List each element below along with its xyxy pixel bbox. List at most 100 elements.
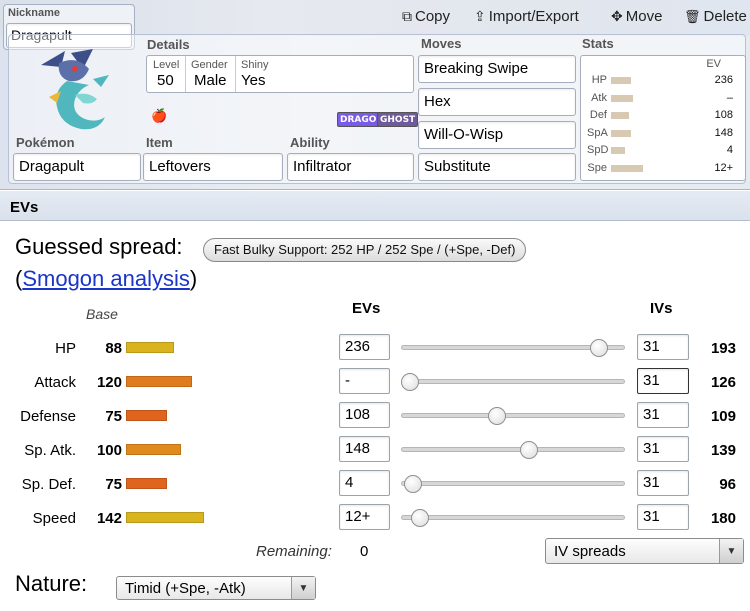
iv-input[interactable]: 31 (637, 504, 689, 530)
ev-input[interactable]: - (339, 368, 390, 394)
move-input-4[interactable]: Substitute (418, 153, 576, 181)
stat-bar (611, 112, 629, 119)
base-stat-bar (126, 512, 204, 523)
stat-ev: 148 (714, 126, 733, 139)
stat-ev: 236 (714, 74, 733, 86)
ev-input[interactable]: 148 (339, 436, 390, 462)
base-stat-value: 88 (105, 340, 122, 357)
slider-handle[interactable] (487, 407, 506, 425)
slider-handle[interactable] (401, 373, 419, 391)
ev-slider[interactable] (401, 509, 625, 527)
trash-icon: 🗑 (684, 8, 701, 24)
stat-name-label: Sp. Atk. (24, 442, 76, 459)
smogon-analysis-line: (Smogon analysis) (15, 266, 198, 291)
move-input-3[interactable]: Will-O-Wisp (418, 121, 576, 149)
base-stat-bar (126, 342, 174, 353)
move-button[interactable]: ✥ Move (611, 8, 662, 25)
stat-name-label: Defense (20, 408, 76, 425)
stat-ev: – (726, 91, 733, 104)
ev-input[interactable]: 4 (339, 470, 390, 496)
copy-icon: ⧉ (402, 8, 412, 24)
slider-handle[interactable] (519, 441, 538, 459)
details-field[interactable]: Level 50 Gender Male Shiny Yes (146, 55, 414, 93)
base-stat-value: 100 (96, 442, 122, 459)
stat-ev: 108 (714, 109, 733, 121)
move-input-1[interactable]: Breaking Swipe (418, 55, 576, 83)
stat-name-label: HP (55, 340, 76, 357)
stat-name-label: Speed (32, 510, 76, 527)
remaining-label: Remaining: (256, 543, 332, 560)
ev-slider[interactable] (401, 407, 625, 425)
copy-button[interactable]: ⧉ Copy (402, 8, 450, 25)
divider (185, 56, 186, 92)
ev-slider[interactable] (401, 475, 625, 493)
moves-label: Moves (421, 36, 462, 51)
total-stat-value: 139 (710, 442, 736, 459)
slider-handle[interactable] (404, 475, 423, 493)
stat-name: Def (589, 109, 607, 121)
ev-row: Attack 120 - 31 126 (0, 368, 750, 398)
base-header: Base (86, 306, 118, 322)
ev-input[interactable]: 12+ (339, 504, 390, 530)
stat-name-label: Sp. Def. (21, 476, 76, 493)
stat-summary-row: SpA 148 (581, 127, 747, 143)
base-stat-bar (126, 444, 181, 455)
ev-slider[interactable] (401, 339, 625, 357)
leftovers-item-icon: 🍎 (151, 109, 168, 124)
stat-name: SpA (587, 126, 608, 139)
move-input-2[interactable]: Hex (418, 88, 576, 116)
pokemon-label: Pokémon (16, 135, 75, 150)
ev-row: Defense 75 108 31 109 (0, 402, 750, 432)
base-stat-value: 75 (105, 408, 122, 425)
stat-name: Spe (587, 161, 607, 174)
iv-input[interactable]: 31 (637, 436, 689, 462)
total-stat-value: 126 (710, 374, 736, 391)
stat-summary-row: HP 236 (581, 74, 747, 90)
ivs-header: IVs (650, 300, 673, 317)
stat-bar (611, 77, 631, 84)
slider-handle[interactable] (590, 339, 609, 357)
stat-name: Atk (591, 91, 607, 104)
stat-ev: 4 (726, 144, 733, 156)
import-export-button[interactable]: ⇪ Import/Export (474, 8, 579, 25)
stat-bar (611, 164, 643, 172)
guessed-spread-button[interactable]: Fast Bulky Support: 252 HP / 252 Spe / (… (203, 238, 527, 262)
ev-input[interactable]: 236 (339, 334, 390, 360)
iv-input[interactable]: 31 (637, 334, 689, 360)
iv-spreads-select[interactable]: IV spreads ▼ (545, 538, 744, 564)
stat-summary-row: Def 108 (581, 109, 747, 125)
pokemon-input[interactable]: Dragapult (13, 153, 141, 181)
ev-slider[interactable] (401, 441, 625, 459)
ev-input[interactable]: 108 (339, 402, 390, 428)
details-label: Details (147, 37, 190, 52)
delete-button[interactable]: 🗑 Delete (684, 8, 747, 25)
dropdown-arrow-icon: ▼ (291, 577, 315, 599)
shiny-group: Shiny Yes (241, 59, 269, 89)
nature-label: Nature: (15, 571, 88, 596)
remaining-value: 0 (360, 543, 369, 560)
smogon-analysis-link[interactable]: Smogon analysis (22, 266, 190, 291)
nature-select[interactable]: Timid (+Spe, -Atk) ▼ (116, 576, 316, 600)
stat-bar (611, 129, 631, 137)
stats-ev-header: EV (706, 58, 721, 70)
dropdown-arrow-icon: ▼ (719, 539, 743, 563)
stat-summary-row: Spe 12+ (581, 162, 747, 178)
iv-input[interactable]: 31 (637, 402, 689, 428)
total-stat-value: 96 (719, 476, 736, 493)
stats-summary-button[interactable]: EV HP 236 Atk – Def 108 SpA 148 SpD 4 Spe 12+ (580, 55, 746, 181)
ev-slider[interactable] (401, 373, 625, 391)
upload-icon: ⇪ (474, 8, 486, 24)
item-input[interactable]: Leftovers (143, 153, 283, 181)
slider-handle[interactable] (410, 509, 429, 527)
total-stat-value: 109 (710, 408, 736, 425)
iv-input[interactable]: 31 (637, 470, 689, 496)
ev-row: Sp. Atk. 100 148 31 139 (0, 436, 750, 466)
level-group: Level 50 (153, 59, 180, 89)
ability-input[interactable]: Infiltrator (287, 153, 414, 181)
stat-bar (611, 94, 633, 102)
stat-name-label: Attack (34, 374, 76, 391)
stat-bar (611, 147, 625, 154)
iv-input[interactable]: 31 (637, 368, 689, 394)
type-badge-ghost: GHOST (377, 112, 419, 127)
pokemon-sprite (41, 49, 109, 130)
